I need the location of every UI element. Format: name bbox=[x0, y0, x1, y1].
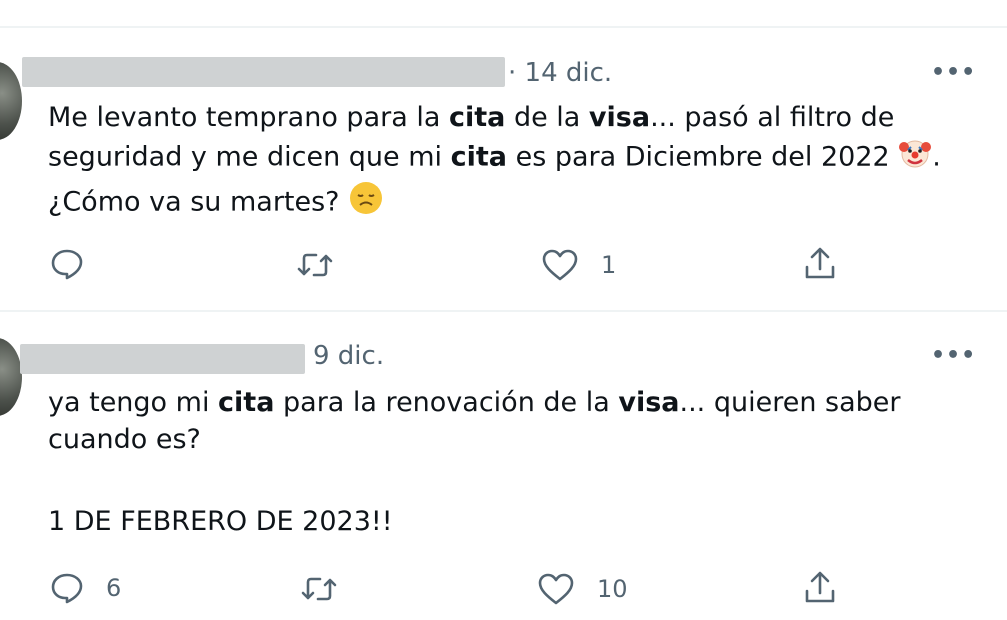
tweet-text-blank-line bbox=[48, 458, 901, 495]
highlight-cita: cita bbox=[450, 141, 508, 173]
tweet-text-line-2: cuando es? bbox=[48, 424, 201, 455]
author-name-redacted[interactable] bbox=[20, 344, 305, 374]
reply-button[interactable] bbox=[50, 248, 106, 280]
tweet-2[interactable]: 9 dic. ••• ya tengo mi cita para la reno… bbox=[0, 310, 1007, 620]
heart-icon bbox=[538, 573, 574, 605]
like-count: 1 bbox=[601, 251, 617, 279]
tweet-date[interactable]: · 14 dic. bbox=[508, 58, 612, 88]
highlight-visa: visa bbox=[588, 102, 651, 133]
like-count: 10 bbox=[597, 575, 628, 603]
tweet-text-line-2: seguridad y me dicen que mi cita es para… bbox=[48, 136, 941, 180]
reply-icon bbox=[51, 573, 83, 604]
tweet-text-line-1: Me levanto temprano para la cita de la v… bbox=[48, 102, 895, 133]
share-button[interactable] bbox=[803, 569, 837, 605]
tweet-1[interactable]: · 14 dic. ••• Me levanto temprano para l… bbox=[0, 0, 1007, 305]
clown-face-emoji-icon bbox=[898, 136, 932, 180]
tweet-text: Me levanto temprano para la cita de la v… bbox=[48, 99, 941, 226]
share-icon bbox=[805, 571, 835, 603]
like-button[interactable]: 1 bbox=[541, 248, 616, 282]
tweet-text-line-4: 1 DE FEBRERO DE 2023!! bbox=[48, 506, 393, 537]
tweet-text-line-3: ¿Cómo va su martes? bbox=[48, 180, 941, 226]
heart-icon bbox=[542, 249, 578, 281]
retweet-icon bbox=[297, 253, 333, 277]
highlight-cita: cita bbox=[448, 102, 506, 133]
more-options-icon[interactable]: ••• bbox=[931, 60, 976, 85]
retweet-button[interactable] bbox=[300, 576, 360, 602]
tweet-text-line-1: ya tengo mi cita para la renovación de l… bbox=[48, 387, 901, 418]
avatar[interactable] bbox=[0, 338, 22, 416]
highlight-visa: visa bbox=[618, 387, 680, 418]
tweet-text: ya tengo mi cita para la renovación de l… bbox=[48, 384, 901, 540]
highlight-cita: cita bbox=[218, 387, 275, 418]
retweet-icon bbox=[301, 577, 337, 601]
share-button[interactable] bbox=[803, 245, 837, 281]
retweet-button[interactable] bbox=[296, 252, 356, 278]
reply-icon bbox=[51, 249, 83, 280]
tweet-date[interactable]: 9 dic. bbox=[313, 341, 384, 371]
share-icon bbox=[805, 247, 835, 279]
reply-count: 6 bbox=[106, 574, 122, 602]
more-options-icon[interactable]: ••• bbox=[931, 343, 976, 368]
disappointed-face-emoji-icon bbox=[348, 180, 384, 226]
author-name-redacted[interactable] bbox=[22, 57, 505, 87]
reply-button[interactable]: 6 bbox=[50, 572, 121, 604]
like-button[interactable]: 10 bbox=[537, 572, 628, 606]
avatar[interactable] bbox=[0, 62, 22, 140]
